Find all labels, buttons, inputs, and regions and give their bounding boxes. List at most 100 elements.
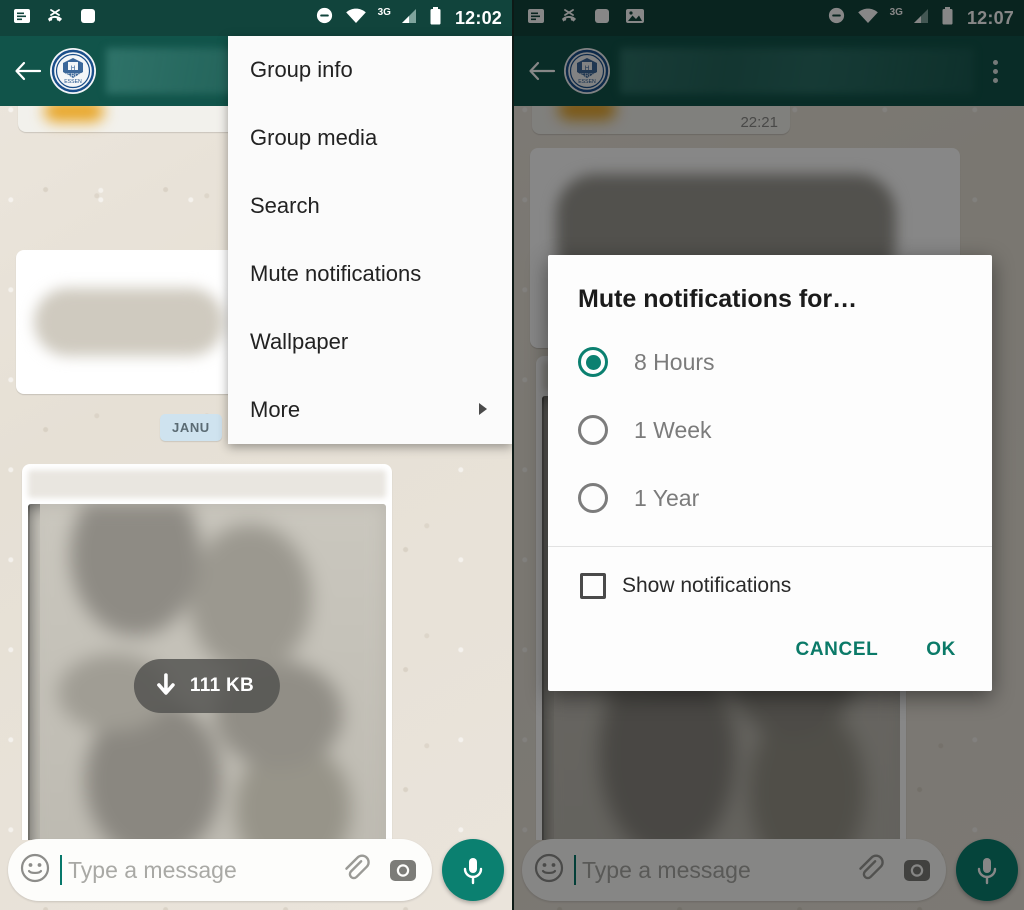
message-bubble[interactable]: 22:21	[532, 106, 790, 134]
group-avatar[interactable]: H HEROS ESSEN	[50, 48, 96, 94]
radio-button[interactable]	[578, 483, 608, 513]
chevron-right-icon	[476, 397, 490, 423]
radio-button[interactable]	[578, 347, 608, 377]
document-header-redacted	[28, 470, 386, 498]
group-name-redacted[interactable]	[620, 48, 974, 94]
radio-label: 1 Week	[634, 416, 712, 443]
ok-button[interactable]: OK	[912, 631, 970, 669]
network-type-label: 3G	[889, 6, 903, 18]
battery-icon	[941, 6, 954, 31]
white-square-icon	[78, 6, 98, 31]
text-caret	[60, 855, 62, 885]
menu-item-label: Wallpaper	[250, 329, 349, 354]
battery-icon	[429, 6, 442, 31]
svg-text:H: H	[585, 66, 589, 72]
overflow-menu-icon	[992, 68, 998, 74]
svg-text:ESSEN: ESSEN	[64, 79, 82, 85]
emoji-icon[interactable]	[20, 853, 50, 888]
missed-call-icon	[559, 6, 579, 31]
menu-item-label: Search	[250, 193, 320, 218]
message-input-bar: Type a message	[0, 830, 512, 910]
menu-item-label: Mute notifications	[250, 261, 422, 286]
message-input-placeholder[interactable]: Type a message	[68, 857, 328, 884]
menu-item-label: Group media	[250, 125, 378, 150]
missed-call-icon	[45, 6, 65, 31]
menu-item-wallpaper[interactable]: Wallpaper	[228, 308, 512, 376]
radio-option-8-hours[interactable]: 8 Hours	[548, 328, 992, 396]
message-input-bar: Type a message	[514, 830, 1024, 910]
paperclip-icon[interactable]	[856, 854, 888, 886]
menu-item-search[interactable]: Search	[228, 172, 512, 240]
voice-record-button[interactable]	[442, 839, 504, 901]
image-icon	[625, 7, 645, 30]
signal-bars-icon	[398, 7, 418, 30]
status-bar: 3G 12:02	[0, 0, 512, 36]
emoji-icon[interactable]	[534, 853, 564, 888]
document-preview[interactable]: 111 KB	[28, 504, 386, 840]
status-bar-notification-icons	[12, 6, 98, 31]
status-bar-system-icons: 3G 12:02	[315, 6, 502, 31]
signal-bars-icon	[910, 7, 930, 30]
status-bar-system-icons: 3G 12:07	[827, 6, 1014, 31]
cancel-button[interactable]: CANCEL	[782, 631, 893, 669]
dual-screenshot-stage: 3G 12:02 H HEROS ESSEN JANU 111 KB Type …	[0, 0, 1024, 910]
radio-option-1-week[interactable]: 1 Week	[548, 396, 992, 464]
radio-option-1-year[interactable]: 1 Year	[548, 464, 992, 532]
message-icon	[12, 6, 32, 31]
menu-item-group-info[interactable]: Group info	[228, 36, 512, 104]
text-caret	[574, 855, 576, 885]
paperclip-icon[interactable]	[342, 854, 374, 886]
show-notifications-row[interactable]: Show notifications	[548, 547, 992, 605]
status-bar-clock: 12:02	[454, 7, 502, 28]
status-bar-notification-icons	[526, 6, 645, 31]
overflow-menu-icon	[992, 77, 998, 83]
status-bar-clock: 12:07	[966, 7, 1014, 28]
overflow-popup-menu[interactable]: Group info Group media Search Mute notif…	[228, 36, 512, 444]
message-input-pill[interactable]: Type a message	[522, 839, 946, 901]
do-not-disturb-icon	[827, 6, 846, 30]
download-arrow-icon	[157, 672, 175, 695]
dialog-title: Mute notifications for…	[578, 285, 858, 313]
back-arrow-icon	[529, 61, 556, 81]
menu-item-more[interactable]: More	[228, 376, 512, 444]
network-type-label: 3G	[377, 6, 391, 18]
message-timestamp: 22:21	[740, 114, 778, 131]
voice-record-button[interactable]	[956, 839, 1018, 901]
checkbox-label: Show notifications	[622, 574, 792, 597]
download-size-label: 111 KB	[189, 674, 255, 696]
date-divider-chip: JANU	[160, 414, 222, 441]
right-phone-screen: 3G 12:07 H HEROS ESSEN 22:21 Type a mess…	[512, 0, 1024, 910]
overflow-menu-icon	[992, 59, 998, 65]
group-avatar[interactable]: H HEROS ESSEN	[564, 48, 610, 94]
camera-icon[interactable]	[388, 855, 418, 885]
message-input-pill[interactable]: Type a message	[8, 839, 432, 901]
chat-toolbar: H HEROS ESSEN	[514, 36, 1024, 106]
overflow-menu-button[interactable]	[974, 59, 1016, 83]
dialog-actions: CANCEL OK	[548, 605, 992, 691]
radio-label: 1 Year	[634, 484, 700, 511]
back-arrow-icon	[15, 61, 42, 81]
download-badge[interactable]: 111 KB	[133, 658, 281, 713]
back-button[interactable]	[6, 59, 50, 83]
radio-label: 8 Hours	[634, 348, 715, 375]
menu-item-label: Group info	[250, 57, 353, 82]
group-avatar-crest-icon: H HEROS ESSEN	[565, 49, 609, 93]
checkbox[interactable]	[580, 573, 606, 599]
wifi-icon	[345, 7, 367, 29]
microphone-icon	[977, 858, 997, 885]
do-not-disturb-icon	[315, 6, 334, 30]
message-icon	[526, 6, 546, 31]
svg-text:ESSEN: ESSEN	[578, 79, 596, 85]
menu-item-mute-notifications[interactable]: Mute notifications	[228, 240, 512, 308]
status-bar: 3G 12:07	[514, 0, 1024, 36]
microphone-icon	[463, 858, 483, 885]
menu-item-group-media[interactable]: Group media	[228, 104, 512, 172]
document-message-bubble[interactable]: 111 KB 17:43	[22, 464, 392, 840]
radio-button[interactable]	[578, 415, 608, 445]
white-square-icon	[592, 6, 612, 31]
left-phone-screen: 3G 12:02 H HEROS ESSEN JANU 111 KB Type …	[0, 0, 512, 910]
camera-icon[interactable]	[902, 855, 932, 885]
back-button[interactable]	[520, 59, 564, 83]
message-input-placeholder[interactable]: Type a message	[582, 857, 842, 884]
mute-notifications-dialog[interactable]: Mute notifications for… 8 Hours 1 Week 1…	[548, 255, 992, 691]
